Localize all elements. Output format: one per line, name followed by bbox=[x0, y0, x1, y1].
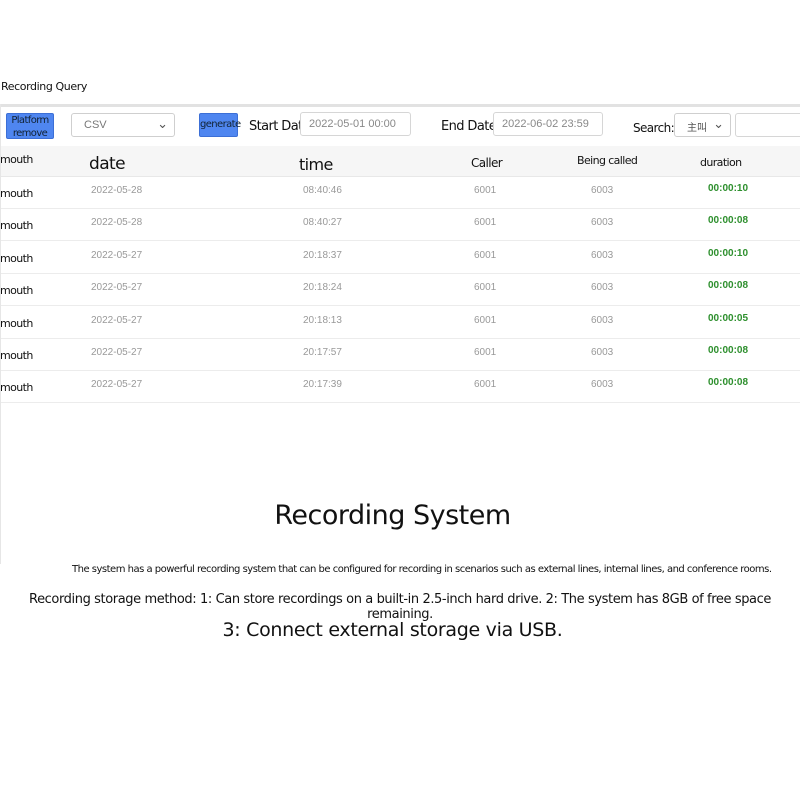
cell-month: mouth bbox=[0, 252, 33, 265]
format-select[interactable]: CSV ⌄ bbox=[71, 113, 175, 137]
cell-caller: 6001 bbox=[474, 315, 497, 326]
cell-duration: 00:00:08 bbox=[708, 377, 749, 388]
table-row[interactable]: mouth 2022-05-27 20:18:37 6001 6003 00:0… bbox=[0, 241, 800, 274]
header-time: time bbox=[299, 155, 333, 174]
platform-remove-button[interactable]: Platform remove bbox=[6, 113, 54, 139]
cell-date: 2022-05-27 bbox=[91, 282, 143, 293]
cell-time: 20:17:57 bbox=[303, 347, 342, 358]
cell-date: 2022-05-27 bbox=[91, 379, 143, 390]
table-row[interactable]: mouth 2022-05-27 20:17:57 6001 6003 00:0… bbox=[0, 338, 800, 371]
chevron-down-icon: ⌄ bbox=[713, 116, 724, 131]
toolbar: Platform remove CSV ⌄ generate Start Dat… bbox=[0, 108, 800, 142]
panel-border bbox=[0, 104, 1, 564]
format-select-value: CSV bbox=[84, 119, 107, 131]
cell-duration: 00:00:08 bbox=[708, 215, 749, 226]
cell-date: 2022-05-28 bbox=[91, 185, 143, 196]
search-input[interactable] bbox=[735, 113, 800, 137]
external-storage-text: 3: Connect external storage via USB. bbox=[222, 619, 563, 641]
table-row[interactable]: mouth 2022-05-27 20:18:24 6001 6003 00:0… bbox=[0, 273, 800, 306]
recording-system-title: Recording System bbox=[274, 500, 511, 531]
cell-month: mouth bbox=[0, 187, 33, 200]
cell-month: mouth bbox=[0, 381, 33, 394]
header-duration: duration bbox=[700, 156, 742, 169]
cell-month: mouth bbox=[0, 349, 33, 362]
cell-time: 08:40:27 bbox=[303, 217, 342, 228]
cell-time: 08:40:46 bbox=[303, 185, 342, 196]
search-label: Search: bbox=[633, 121, 675, 135]
table-row[interactable]: mouth 2022-05-27 20:17:39 6001 6003 00:0… bbox=[0, 370, 800, 403]
cell-duration: 00:00:08 bbox=[708, 280, 749, 291]
cell-being-called: 6003 bbox=[591, 347, 614, 358]
table-row[interactable]: mouth 2022-05-28 08:40:27 6001 6003 00:0… bbox=[0, 208, 800, 241]
search-field-select-value: 主叫 bbox=[687, 123, 707, 134]
cell-caller: 6001 bbox=[474, 217, 497, 228]
cell-month: mouth bbox=[0, 284, 33, 297]
cell-caller: 6001 bbox=[474, 185, 497, 196]
header-date: date bbox=[89, 154, 126, 174]
cell-month: mouth bbox=[0, 219, 33, 232]
cell-being-called: 6003 bbox=[591, 250, 614, 261]
header-month: mouth bbox=[0, 153, 33, 166]
cell-caller: 6001 bbox=[474, 379, 497, 390]
cell-time: 20:18:37 bbox=[303, 250, 342, 261]
end-date-label: End Date: bbox=[441, 119, 500, 134]
recording-system-description: The system has a powerful recording syst… bbox=[72, 564, 772, 575]
page-title: Recording Query bbox=[1, 80, 87, 93]
cell-caller: 6001 bbox=[474, 347, 497, 358]
header-caller: Caller bbox=[471, 156, 503, 170]
chevron-down-icon: ⌄ bbox=[157, 116, 168, 131]
cell-duration: 00:00:10 bbox=[708, 183, 749, 194]
cell-date: 2022-05-27 bbox=[91, 315, 143, 326]
end-date-input[interactable]: 2022-06-02 23:59 bbox=[493, 112, 603, 136]
cell-date: 2022-05-27 bbox=[91, 347, 143, 358]
cell-duration: 00:00:10 bbox=[708, 248, 749, 259]
cell-duration: 00:00:08 bbox=[708, 345, 749, 356]
storage-method-text: Recording storage method: 1: Can store r… bbox=[29, 592, 771, 622]
cell-time: 20:18:24 bbox=[303, 282, 342, 293]
table-row[interactable]: mouth 2022-05-28 08:40:46 6001 6003 00:0… bbox=[0, 176, 800, 209]
cell-being-called: 6003 bbox=[591, 185, 614, 196]
cell-time: 20:17:39 bbox=[303, 379, 342, 390]
cell-date: 2022-05-28 bbox=[91, 217, 143, 228]
header-being-called: Being called bbox=[577, 154, 638, 167]
table-row[interactable]: mouth 2022-05-27 20:18:13 6001 6003 00:0… bbox=[0, 306, 800, 339]
table-header: mouth date time Caller Being called dura… bbox=[0, 146, 800, 177]
cell-month: mouth bbox=[0, 317, 33, 330]
cell-being-called: 6003 bbox=[591, 217, 614, 228]
cell-duration: 00:00:05 bbox=[708, 313, 749, 324]
cell-caller: 6001 bbox=[474, 250, 497, 261]
start-date-input[interactable]: 2022-05-01 00:00 bbox=[300, 112, 411, 136]
generate-button[interactable]: generate bbox=[199, 113, 241, 137]
cell-date: 2022-05-27 bbox=[91, 250, 143, 261]
cell-being-called: 6003 bbox=[591, 315, 614, 326]
cell-time: 20:18:13 bbox=[303, 315, 342, 326]
search-field-select[interactable]: 主叫 ⌄ bbox=[674, 113, 731, 137]
cell-being-called: 6003 bbox=[591, 282, 614, 293]
cell-caller: 6001 bbox=[474, 282, 497, 293]
cell-being-called: 6003 bbox=[591, 379, 614, 390]
